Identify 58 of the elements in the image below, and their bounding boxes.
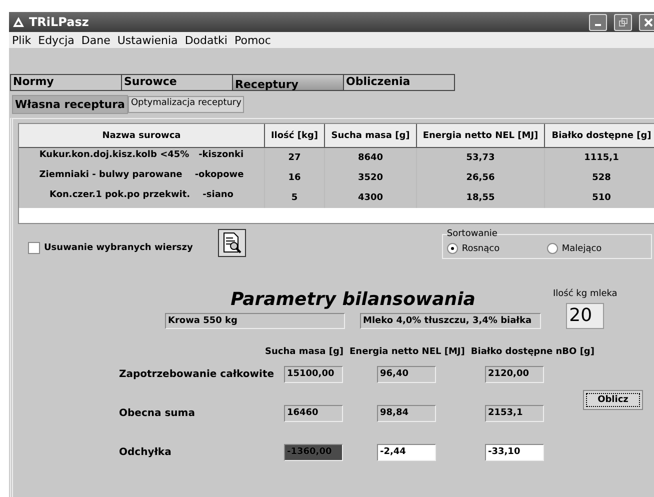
value-field: -1360,00: [284, 444, 343, 461]
column-label: Energia netto NEL [MJ]: [350, 347, 465, 357]
value-field: 15100,00: [284, 366, 343, 383]
column-label: Białko dostępne nBO [g]: [470, 347, 594, 357]
column-header[interactable]: Sucha masa [g]: [325, 124, 417, 148]
menu-item[interactable]: Pomoc: [234, 34, 271, 46]
row-label: Obecna suma: [119, 408, 196, 419]
table-cell: 16: [265, 168, 325, 188]
tab[interactable]: Obliczenia: [343, 74, 455, 91]
column-header[interactable]: Ilość [kg]: [265, 124, 325, 148]
section-title: Parametry bilansowania: [230, 289, 476, 310]
value-field: -33,10: [485, 444, 544, 461]
milk-amount-field[interactable]: 20: [566, 303, 604, 329]
column-header[interactable]: Energia netto NEL [MJ]: [417, 124, 545, 148]
table-cell: 510: [545, 188, 654, 208]
row-label: Zapotrzebowanie całkowite: [119, 369, 276, 380]
milk-field: Mleko 4,0% tłuszczu, 3,4% białka: [360, 313, 541, 329]
sub-tab[interactable]: Własna receptura: [12, 95, 128, 114]
calculate-button[interactable]: Oblicz: [583, 390, 643, 410]
value-field: 98,84: [377, 405, 436, 422]
table-cell: 3520: [325, 168, 417, 188]
table-cell: 53,73: [417, 148, 545, 168]
value-field: -2,44: [377, 444, 436, 461]
value-field: 16460: [284, 405, 343, 422]
table-cell: 5: [265, 188, 325, 208]
table-cell: Kukur.kon.doj.kisz.kolb <45% -kiszonki: [19, 148, 265, 168]
table-cell: 528: [545, 168, 654, 188]
value-field: 2153,1: [485, 405, 544, 422]
column-label: Sucha masa [g]: [265, 347, 344, 357]
value-field: 96,40: [377, 366, 436, 383]
column-header[interactable]: Białko dostępne [g]: [545, 124, 654, 148]
table-cell: 1115,1: [545, 148, 654, 168]
table-cell: 4300: [325, 188, 417, 208]
sort-radio[interactable]: Rosnąco: [446, 243, 547, 254]
menu-item[interactable]: Dodatki: [184, 34, 228, 46]
menu-item[interactable]: Edycja: [38, 34, 74, 46]
table-cell: Ziemniaki - bulwy parowane -okopowe: [19, 168, 265, 188]
group-title: Sortowanie: [446, 229, 498, 239]
sort-radio[interactable]: Malejąco: [546, 243, 647, 254]
table-cell: 27: [265, 148, 325, 168]
table-cell: Kon.czer.1 pok.po przekwit. -siano: [19, 188, 265, 208]
menu-item[interactable]: Dane: [81, 34, 110, 46]
table-cell: 18,55: [417, 188, 545, 208]
window-title: TRiLPasz: [29, 15, 90, 29]
milk-amount-label: Ilość kg mleka: [553, 289, 618, 299]
tab[interactable]: Surowce: [121, 74, 233, 91]
value-field: 2120,00: [485, 366, 544, 383]
tab[interactable]: Normy: [10, 74, 122, 91]
tab[interactable]: Receptury: [232, 74, 344, 91]
delete-selected-checkbox[interactable]: Usuwanie wybranych wierszy: [28, 242, 193, 254]
menu-item[interactable]: Ustawienia: [117, 34, 178, 46]
table-cell: 26,56: [417, 168, 545, 188]
column-header[interactable]: Nazwa surowca: [19, 124, 265, 148]
sub-tab[interactable]: Optymalizacja receptury: [128, 96, 244, 113]
menu-item[interactable]: Plik: [12, 34, 32, 46]
row-label: Odchyłka: [119, 447, 172, 458]
table-cell: 8640: [325, 148, 417, 168]
animal-field: Krowa 550 kg: [165, 313, 345, 329]
